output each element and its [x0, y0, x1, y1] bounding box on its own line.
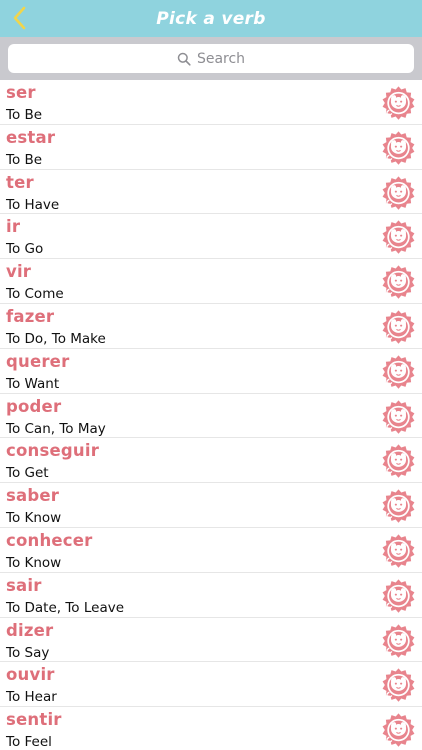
verb-translation: To Have — [6, 196, 60, 213]
monkey-badge-icon — [381, 175, 416, 210]
verb-translation: To Want — [6, 375, 60, 392]
verb-name: estar — [6, 127, 56, 147]
verb-row[interactable]: querer To Want — [0, 349, 422, 394]
verb-row[interactable]: ter To Have — [0, 170, 422, 215]
back-button[interactable] — [6, 4, 32, 32]
search-icon — [177, 52, 191, 66]
monkey-badge-icon — [381, 488, 416, 523]
verb-name: conseguir — [6, 441, 100, 461]
verb-name: ser — [6, 83, 36, 102]
verb-name: sentir — [6, 710, 62, 730]
search-input[interactable]: Search — [8, 44, 414, 73]
verb-translation: To Come — [6, 286, 64, 303]
verb-name: ter — [6, 172, 34, 192]
verb-translation: To Do, To Make — [6, 330, 106, 347]
verb-translation: To Be — [6, 151, 43, 168]
verb-name: ir — [6, 217, 21, 237]
monkey-badge-icon — [381, 219, 416, 255]
verb-row[interactable]: conseguir To Get — [0, 438, 422, 484]
verb-row[interactable]: estar To Be — [0, 125, 422, 170]
verb-translation: To Can, To May — [6, 420, 106, 437]
verb-translation: To Go — [6, 241, 44, 258]
verb-row[interactable]: dizer To Say — [0, 618, 422, 663]
monkey-badge-icon — [381, 85, 416, 120]
verb-name: fazer — [6, 306, 55, 326]
search-bar: Search — [0, 37, 422, 80]
monkey-badge-icon — [381, 130, 416, 165]
verb-name: sair — [6, 575, 42, 595]
monkey-badge-icon — [381, 264, 416, 299]
monkey-badge-icon — [381, 667, 416, 703]
monkey-badge-icon — [381, 309, 416, 344]
verb-translation: To Know — [6, 510, 62, 527]
verb-name: ouvir — [6, 665, 55, 685]
verb-row[interactable]: poder To Can, To May — [0, 394, 422, 439]
navigation-bar: Pick a verb — [0, 0, 422, 37]
monkey-badge-icon — [381, 712, 416, 747]
verb-row[interactable]: vir To Come — [0, 259, 422, 304]
search-placeholder: Search — [196, 50, 246, 67]
chevron-left-icon — [13, 6, 26, 30]
page-title: Pick a verb — [156, 8, 266, 29]
verb-name: conhecer — [6, 530, 93, 550]
verb-translation: To Date, To Leave — [6, 599, 125, 616]
verb-translation: To Hear — [6, 689, 57, 706]
verb-list: ser To Be estar To Be ter To Have ir To Go v… — [0, 80, 422, 750]
verb-translation: To Get — [6, 465, 49, 482]
monkey-badge-icon — [381, 533, 416, 568]
verb-row[interactable]: sentir To Feel — [0, 707, 422, 750]
verb-translation: To Know — [6, 554, 62, 571]
monkey-badge-icon — [381, 623, 416, 658]
verb-row[interactable]: saber To Know — [0, 483, 422, 528]
monkey-badge-icon — [381, 578, 416, 613]
verb-translation: To Feel — [6, 734, 52, 750]
verb-row[interactable]: fazer To Do, To Make — [0, 304, 422, 349]
verb-translation: To Say — [6, 644, 50, 661]
verb-row[interactable]: sair To Date, To Leave — [0, 573, 422, 618]
verb-name: saber — [6, 486, 60, 506]
verb-row[interactable]: ser To Be — [0, 80, 422, 125]
verb-row[interactable]: ouvir To Hear — [0, 662, 422, 708]
verb-translation: To Be — [6, 107, 43, 123]
monkey-badge-icon — [381, 443, 416, 479]
monkey-badge-icon — [381, 354, 416, 389]
verb-name: dizer — [6, 620, 54, 640]
app-screen: Pick a verb Search ser To Be estar To Be t… — [0, 0, 422, 750]
verb-name: querer — [6, 351, 70, 371]
monkey-badge-icon — [381, 399, 416, 434]
verb-name: poder — [6, 396, 62, 416]
verb-row[interactable]: ir To Go — [0, 214, 422, 260]
verb-name: vir — [6, 262, 32, 282]
verb-row[interactable]: conhecer To Know — [0, 528, 422, 573]
